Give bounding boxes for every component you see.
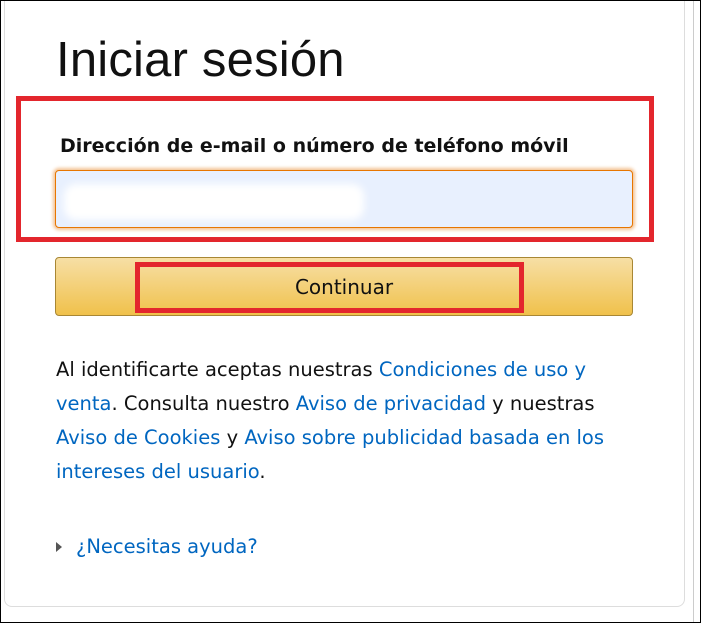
screenshot-frame <box>0 0 701 623</box>
